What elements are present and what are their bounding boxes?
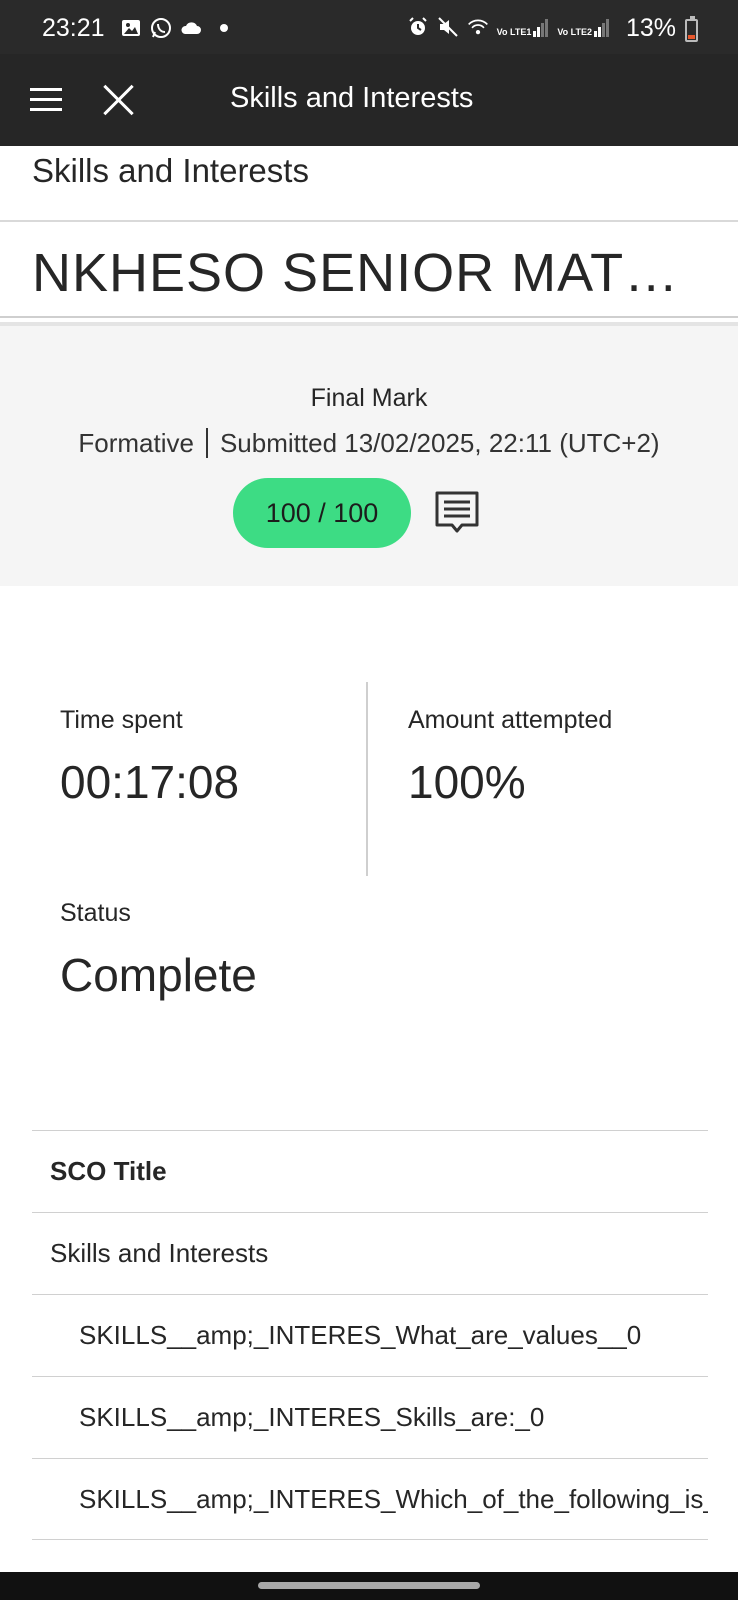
signal-sim1: Vo LTE1 <box>497 17 550 37</box>
app-bar-title: Skills and Interests <box>230 82 474 114</box>
course-header: NKHESO SENIOR MATHEMATICS <box>0 222 738 318</box>
cloud-icon <box>181 22 201 34</box>
notification-icons <box>120 17 228 39</box>
battery-icon <box>685 16 698 42</box>
table-row[interactable]: SKILLS__amp;_INTERES_Skills_are:_0 <box>32 1376 708 1458</box>
sim1-label: Vo LTE1 <box>496 27 532 37</box>
submitted-date: Submitted 13/02/2025, 22:11 (UTC+2) <box>219 428 660 458</box>
table-header-row: SCO Title <box>32 1130 708 1212</box>
time-spent-label: Time spent <box>60 706 183 734</box>
column-header-sco-title: SCO Title <box>50 1156 167 1186</box>
sco-title-cell: SKILLS__amp;_INTERES_Skills_are:_0 <box>79 1402 545 1432</box>
more-notifications-dot <box>220 24 228 32</box>
app-bar: Skills and Interests <box>0 54 738 146</box>
sim2-label: Vo LTE2 <box>557 27 592 37</box>
wifi-icon <box>467 19 488 35</box>
status-bar: 23:21 Vo LTE1 Vo LTE2 13% <box>0 0 738 54</box>
page-title: Skills and Interests <box>32 152 309 189</box>
assessment-type: Formative <box>78 428 194 458</box>
feedback-icon[interactable] <box>434 490 480 536</box>
meta-divider <box>205 428 208 459</box>
grade-panel: Final Mark Formative Submitted 13/02/2025… <box>0 322 738 586</box>
alarm-icon <box>408 17 427 35</box>
menu-icon[interactable] <box>30 86 62 114</box>
signal-icon <box>533 19 549 37</box>
status-time: 23:21 <box>42 14 105 42</box>
time-spent-value: 00:17:08 <box>60 756 240 808</box>
stats-divider <box>366 682 368 876</box>
sco-title-cell: Skills and Interests <box>50 1238 269 1268</box>
grade-score: 100 / 100 <box>265 497 379 528</box>
final-mark-label: Final Mark <box>310 384 428 412</box>
battery-percent: 13% <box>625 14 676 42</box>
close-icon[interactable] <box>100 82 136 118</box>
system-icons: Vo LTE1 Vo LTE2 <box>407 16 610 38</box>
home-gesture-handle[interactable] <box>258 1582 480 1589</box>
gallery-icon <box>122 20 140 36</box>
table-row[interactable]: SKILLS__amp;_INTERES_Which_of_the_follow… <box>32 1458 708 1540</box>
table-row[interactable]: Skills and Interests <box>32 1212 708 1294</box>
submission-meta: Formative Submitted 13/02/2025, 22:11 (UT… <box>0 428 738 460</box>
sco-table: SCO Title Skills and Interests SKILLS__a… <box>32 1130 708 1540</box>
amount-attempted-value: 100% <box>408 756 526 808</box>
grade-score-pill[interactable]: 100 / 100 <box>233 478 411 548</box>
page-subheader: Skills and Interests <box>0 146 738 222</box>
table-row[interactable]: SKILLS__amp;_INTERES_What_are_values__0 <box>32 1294 708 1376</box>
whatsapp-icon <box>151 18 171 38</box>
signal-icon <box>594 19 609 37</box>
status-label: Status <box>60 899 131 927</box>
amount-attempted-label: Amount attempted <box>408 706 613 734</box>
system-nav-bar <box>0 1572 738 1600</box>
status-value: Complete <box>60 949 257 1001</box>
course-title: NKHESO SENIOR MATHEMATICS <box>32 243 712 303</box>
mute-icon <box>437 17 458 37</box>
sco-title-cell: SKILLS__amp;_INTERES_Which_of_the_follow… <box>79 1483 708 1514</box>
sco-title-cell: SKILLS__amp;_INTERES_What_are_values__0 <box>79 1320 642 1350</box>
signal-sim2: Vo LTE2 <box>557 17 610 37</box>
